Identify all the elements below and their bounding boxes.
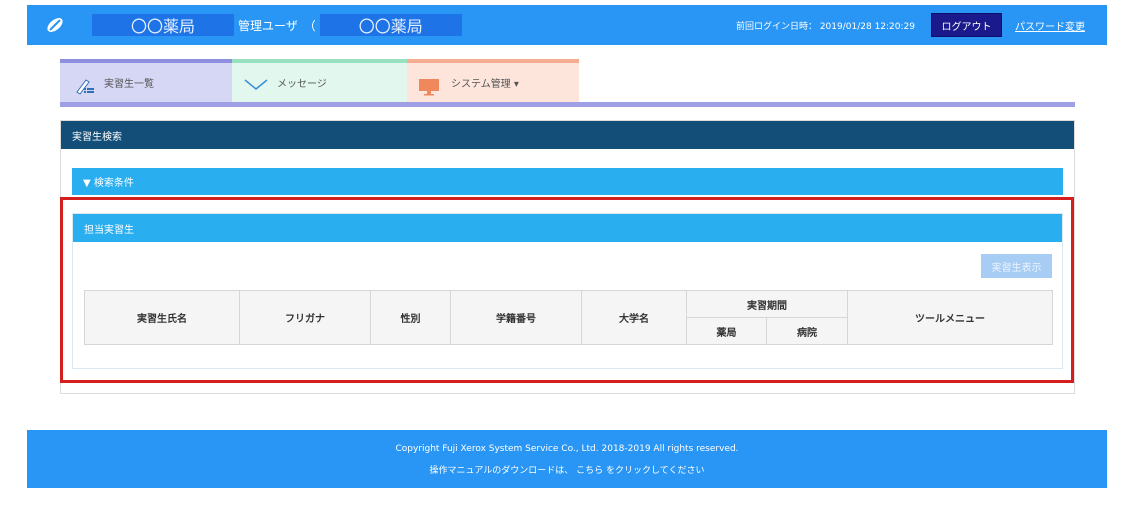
user-paren: （ [303,18,316,33]
tab-system-admin[interactable]: システム管理 ▾ [407,59,579,102]
main-tabs: 実習生一覧 メッセージ システム管理 ▾ [60,59,579,102]
footer-copyright: Copyright Fuji Xerox System Service Co.,… [395,444,739,454]
highlight-box [60,197,1074,383]
footer: Copyright Fuji Xerox System Service Co.,… [27,430,1107,488]
tab-system-admin-label: システム管理 ▾ [451,79,519,90]
tab-messages[interactable]: メッセージ [232,59,407,102]
password-change-link[interactable]: パスワード変更 [1015,18,1085,33]
logout-button[interactable]: ログアウト [931,13,1002,37]
user-label: 管理ユーザ [238,18,298,33]
page: 〇〇薬局 管理ユーザ （ 〇〇薬局 前回ログイン日時： 2019/01/28 1… [0,0,1130,511]
tab-trainee-list-label: 実習生一覧 [104,79,154,90]
tab-messages-label: メッセージ [277,79,327,90]
pill-logo-icon [35,5,75,45]
envelope-icon [244,79,268,94]
list-pen-icon [74,76,96,99]
pharmacy-name: 〇〇薬局 [92,14,234,36]
panel-title: 実習生検索 [61,121,1074,149]
last-login-datetime: 前回ログイン日時： 2019/01/28 12:20:29 [735,22,915,32]
tabs-underline [60,102,1075,107]
tab-trainee-list[interactable]: 実習生一覧 [60,59,232,102]
monitor-icon [418,78,440,99]
search-conditions-toggle[interactable]: ▼ 検索条件 [72,168,1063,195]
user-pharmacy-name: 〇〇薬局 [319,14,462,36]
top-header: 〇〇薬局 管理ユーザ （ 〇〇薬局 前回ログイン日時： 2019/01/28 1… [27,5,1107,45]
manual-download-link[interactable]: 操作マニュアルのダウンロードは、 こちら をクリックしてください [27,463,1107,476]
